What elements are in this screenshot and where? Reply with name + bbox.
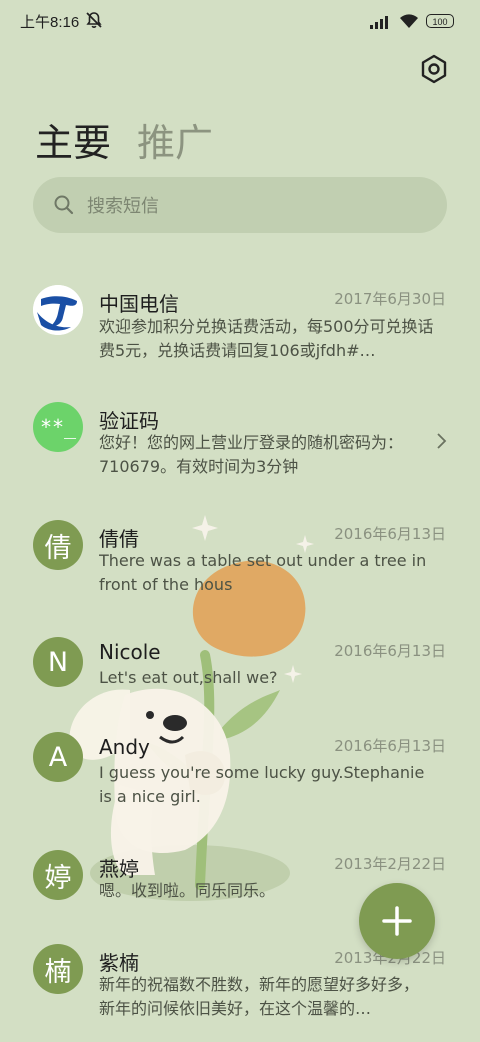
message-preview: I guess you're some lucky guy.Stephanie … (99, 763, 425, 806)
search-input[interactable] (85, 177, 419, 235)
message-date: 2016年6月13日 (334, 737, 446, 755)
message-preview: Let's eat out,shall we? (99, 668, 278, 687)
message-item-verification[interactable]: **_ 验证码 您好！您的网上营业厅登录的随机密码为：710679。有效时间为3… (0, 390, 480, 500)
search-icon (54, 195, 74, 215)
search-bar[interactable] (33, 177, 447, 235)
status-bar: 上午8:16 100 (0, 0, 480, 42)
message-sender: Andy (99, 735, 150, 759)
message-item-andy[interactable]: A Andy 2016年6月13日 I guess you're some lu… (0, 720, 480, 830)
message-item-nicole[interactable]: N Nicole 2016年6月13日 Let's eat out,shall … (0, 625, 480, 735)
wifi-icon (400, 14, 418, 28)
message-sender: 紫楠 (99, 951, 139, 975)
plus-icon (382, 906, 412, 936)
avatar: 倩 (33, 520, 83, 570)
tab-main[interactable]: 主要 (35, 112, 111, 167)
message-date: 2017年6月30日 (334, 290, 446, 308)
signal-icon (370, 16, 388, 29)
battery-level: 100 (432, 17, 448, 27)
message-sender: 中国电信 (99, 292, 179, 316)
avatar: A (33, 732, 83, 782)
message-sender: 燕婷 (99, 857, 139, 881)
message-item-qianqian[interactable]: 倩 倩倩 2016年6月13日 There was a table set ou… (0, 508, 480, 618)
settings-gear-icon[interactable] (417, 52, 451, 86)
avatar: N (33, 637, 83, 687)
message-sender: Nicole (99, 640, 161, 664)
avatar: 婷 (33, 850, 83, 900)
mute-icon (86, 12, 102, 28)
status-time: 上午8:16 (20, 14, 80, 31)
new-message-button[interactable] (359, 883, 435, 959)
avatar: 楠 (33, 944, 83, 994)
message-preview: 欢迎参加积分兑换话费活动，每500分可兑换话费5元，兑换话费请回复106或jfd… (99, 317, 434, 360)
chevron-right-icon (437, 433, 447, 449)
china-telecom-logo-icon (33, 285, 83, 335)
message-preview: 新年的祝福数不胜数，新年的愿望好多好多，新年的问候依旧美好，在这个温馨的… (99, 975, 420, 1018)
message-date: 2016年6月13日 (334, 525, 446, 543)
battery-indicator: 100 (426, 14, 454, 28)
message-item-telecom[interactable]: 中国电信 2017年6月30日 欢迎参加积分兑换话费活动，每500分可兑换话费5… (0, 270, 480, 380)
message-date: 2013年2月22日 (334, 855, 446, 873)
tab-promo[interactable]: 推广 (137, 112, 213, 167)
message-preview: 您好！您的网上营业厅登录的随机密码为：710679。有效时间为3分钟 (99, 433, 404, 476)
message-date: 2016年6月13日 (334, 642, 446, 660)
message-preview: There was a table set out under a tree i… (99, 551, 427, 594)
avatar: **_ (33, 402, 83, 452)
message-sender: 验证码 (99, 409, 159, 433)
message-sender: 倩倩 (99, 527, 139, 551)
